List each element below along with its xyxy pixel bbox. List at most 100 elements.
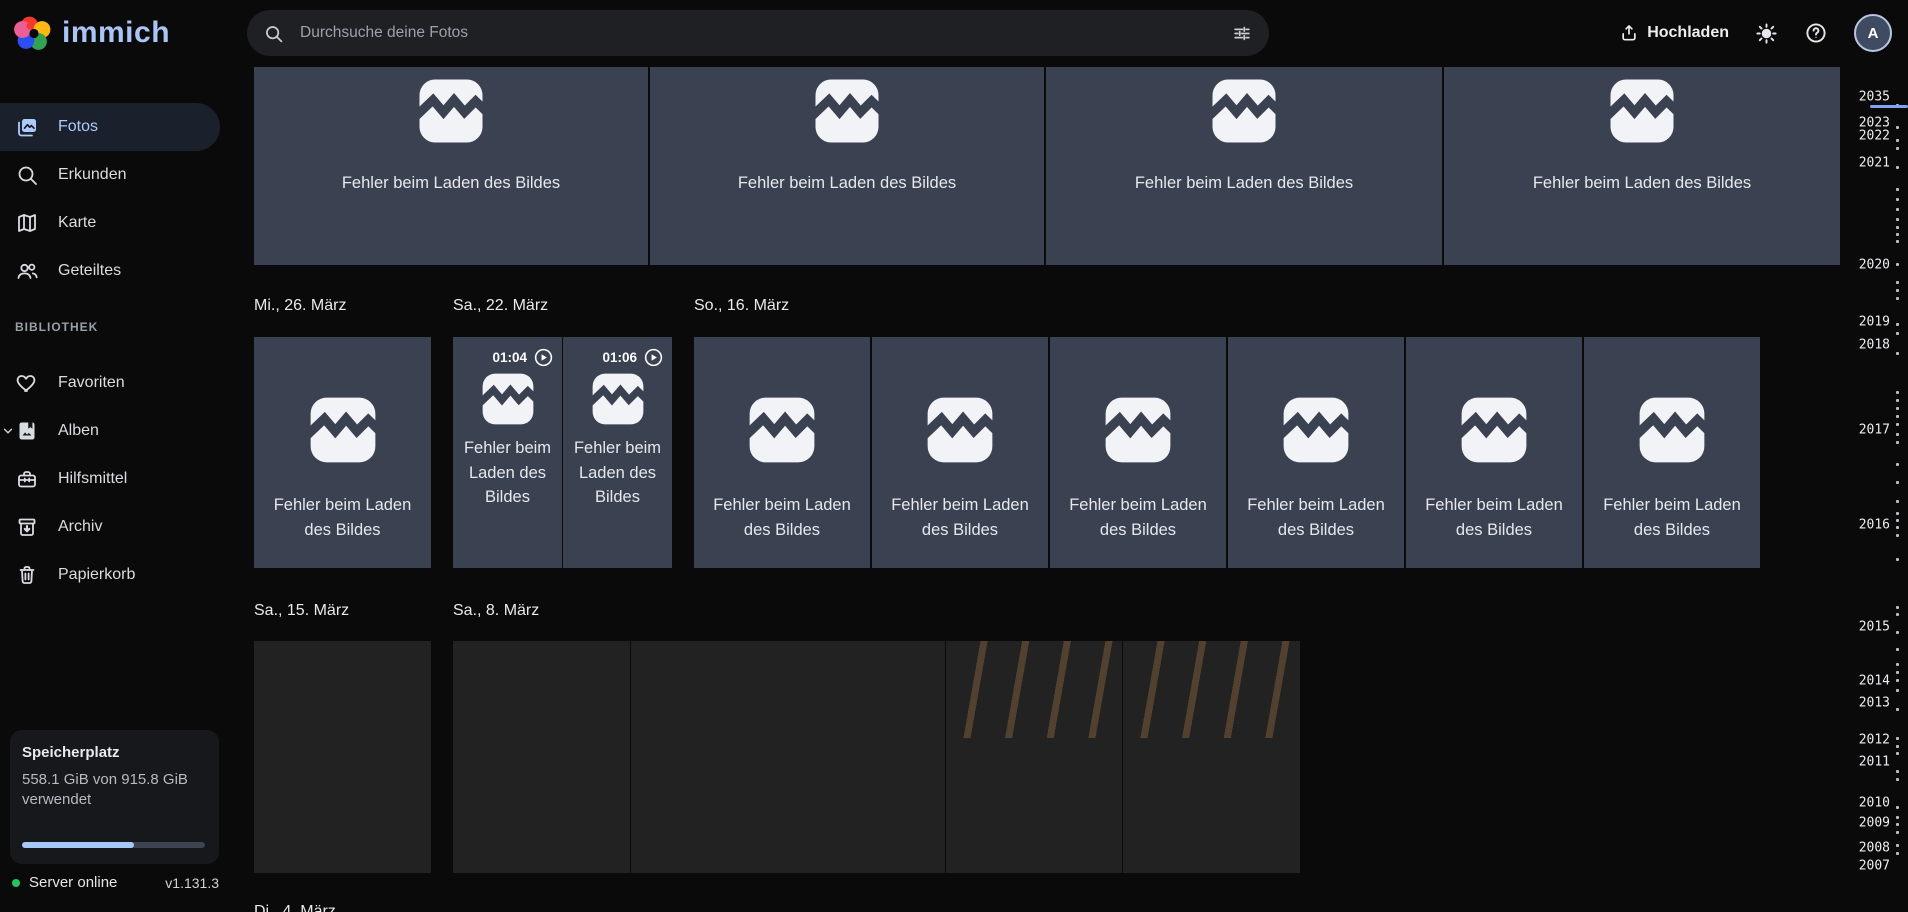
theme-toggle-button[interactable] — [1755, 22, 1778, 45]
scrubber-segment-dot — [1896, 218, 1899, 221]
topbar-actions: Hochladen A — [1619, 0, 1892, 66]
photo-tile-load-error[interactable]: Fehler beim Laden des Bildes — [1046, 67, 1442, 265]
scrubber-year-label: 2013 — [1858, 695, 1890, 711]
photo-tile-load-error[interactable]: Fehler beim Laden des Bildes — [1228, 337, 1404, 568]
server-version: v1.131.3 — [165, 874, 219, 891]
app-logo[interactable]: immich — [14, 13, 170, 53]
scrubber-segment-dot — [1896, 844, 1899, 847]
broken-image-icon — [300, 393, 386, 467]
video-badge: 01:06 — [602, 347, 664, 368]
scrubber-segment-dot — [1896, 852, 1899, 855]
photo-tile-load-error[interactable]: Fehler beim Laden des Bildes — [650, 67, 1044, 265]
sidebar-item-fotos[interactable]: Fotos — [0, 103, 220, 151]
photo-thumbnail[interactable] — [254, 641, 431, 873]
date-group-header: So., 16. März — [694, 297, 790, 314]
photo-thumbnail[interactable] — [631, 641, 945, 873]
image-error-label: Fehler beim Laden des Bildes — [1532, 174, 1752, 192]
scrubber-year-label: 2012 — [1858, 732, 1890, 748]
photo-tile-load-error[interactable]: Fehler beim Laden des Bildes — [694, 337, 870, 568]
photo-tile-load-error[interactable]: Fehler beim Laden des Bildes — [1050, 337, 1226, 568]
sidebar-item-papierkorb[interactable]: Papierkorb — [0, 551, 220, 599]
search-input[interactable] — [298, 23, 1231, 43]
scrubber-segment-dot — [1896, 679, 1899, 682]
scrubber-segment-dot — [1896, 778, 1899, 781]
sidebar-item-label: Archiv — [58, 518, 103, 535]
scrubber-year-label: 2035 — [1858, 89, 1890, 105]
video-badge: 01:04 — [492, 347, 554, 368]
storage-usage-text: 558.1 GiB von 915.8 GiB verwendet — [22, 771, 188, 808]
search-filter-icon[interactable] — [1231, 22, 1253, 44]
scrubber-segment-dot — [1896, 519, 1899, 522]
broken-image-icon — [1452, 393, 1537, 467]
avatar-letter: A — [1867, 24, 1879, 42]
sidebar-item-karte[interactable]: Karte — [0, 199, 220, 247]
topbar: immich Hochladen — [0, 0, 1908, 66]
scrubber-year-label: 2020 — [1858, 257, 1890, 273]
photo-tile-load-error[interactable]: Fehler beim Laden des Bildes — [1584, 337, 1760, 568]
sidebar-item-archiv[interactable]: Archiv — [0, 503, 220, 551]
video-tile-load-error[interactable]: 01:04 Fehler beim Laden des Bildes — [453, 337, 562, 568]
photo-thumbnail[interactable] — [453, 641, 630, 873]
scrubber-year-label: 2017 — [1858, 422, 1890, 438]
scrubber-segment-dot — [1896, 332, 1899, 335]
scrubber-segment-dot — [1896, 481, 1899, 484]
date-group-header: Mi., 26. März — [254, 297, 347, 314]
scrubber-position-indicator[interactable] — [1870, 105, 1908, 108]
scrubber-segment-dot — [1896, 648, 1899, 651]
scrubber-segment-dot — [1896, 352, 1899, 355]
sun-icon — [1756, 22, 1777, 44]
scrubber-segment-dot — [1896, 423, 1899, 426]
sidebar-item-erkunden[interactable]: Erkunden — [0, 151, 220, 199]
help-button[interactable] — [1804, 21, 1828, 45]
scrubber-segment-dot — [1896, 806, 1899, 809]
image-error-label: Fehler beim Laden des Bildes — [341, 174, 561, 192]
broken-image-icon — [474, 370, 541, 428]
storage-title: Speicherplatz — [22, 744, 120, 761]
scrubber-segment-dot — [1896, 226, 1899, 229]
sidebar-item-alben[interactable]: Alben — [0, 407, 220, 455]
scrubber-segment-dot — [1896, 323, 1899, 326]
storage-progress-bar — [22, 842, 205, 848]
date-group-header: Sa., 22. März — [453, 297, 549, 314]
upload-button[interactable]: Hochladen — [1619, 23, 1729, 43]
scrubber-year-label: 2018 — [1858, 337, 1890, 353]
scrubber-segment-dot — [1896, 147, 1899, 150]
toolbox-icon — [15, 467, 39, 491]
photo-tile-load-error[interactable]: Fehler beim Laden des Bildes — [872, 337, 1048, 568]
sidebar-item-favoriten[interactable]: Favoriten — [0, 359, 220, 407]
scrubber-year-label: 2019 — [1858, 314, 1890, 330]
photo-tile-load-error[interactable]: Fehler beim Laden des Bildes — [254, 337, 431, 568]
sidebar-item-label: Favoriten — [58, 374, 125, 391]
scrubber-segment-dot — [1896, 139, 1899, 142]
immich-flower-logo-icon — [14, 16, 51, 50]
scrubber-segment-dot — [1896, 263, 1899, 266]
scrubber-segment-dot — [1896, 198, 1899, 201]
scrubber-segment-dot — [1896, 188, 1899, 191]
photo-tile-load-error[interactable]: Fehler beim Laden des Bildes — [254, 67, 648, 265]
scrubber-segment-dot — [1896, 391, 1899, 394]
archive-icon — [15, 515, 39, 539]
user-avatar[interactable]: A — [1854, 14, 1892, 52]
scrubber-segment-dot — [1896, 166, 1899, 169]
sidebar-item-label: Alben — [58, 422, 99, 439]
timeline-scrubber[interactable]: 2035 2023 2022 2021 2020 2019 2018 2017 2016 2015… — [1846, 66, 1908, 912]
photo-thumbnail[interactable] — [1123, 641, 1300, 873]
scrubber-segment-dot — [1896, 816, 1899, 819]
scrubber-segment-dot — [1896, 415, 1899, 418]
photo-tile-load-error[interactable]: Fehler beim Laden des Bildes — [1406, 337, 1582, 568]
search-bar[interactable] — [247, 10, 1269, 56]
photo-thumbnail[interactable] — [946, 641, 1122, 873]
video-duration: 01:04 — [492, 350, 527, 365]
image-error-label: Fehler beim Laden des Bildes — [737, 174, 957, 192]
date-group-header: Di., 4. März — [254, 903, 336, 912]
album-icon — [15, 419, 39, 443]
sidebar-item-hilfsmittel[interactable]: Hilfsmittel — [0, 455, 220, 503]
broken-image-icon — [410, 75, 493, 147]
sidebar-item-geteiltes[interactable]: Geteiltes — [0, 247, 220, 295]
video-tile-load-error[interactable]: 01:06 Fehler beim Laden des Bildes — [563, 337, 672, 568]
scrubber-segment-dot — [1896, 613, 1899, 616]
image-error-label: Fehler beim Laden des Bildes — [573, 439, 662, 506]
photo-tile-load-error[interactable]: Fehler beim Laden des Bildes — [1444, 67, 1840, 265]
storage-progress-fill — [22, 842, 134, 848]
map-icon — [15, 211, 39, 235]
